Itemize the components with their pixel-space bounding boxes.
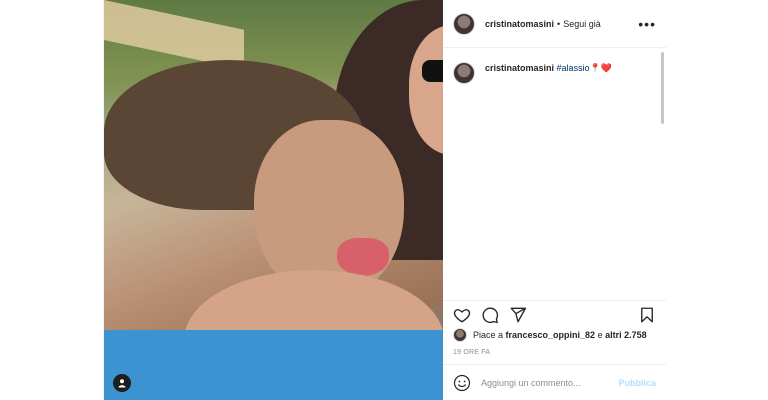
likes-summary: Piace a francesco_oppini_82 e altri 2.75…: [453, 328, 647, 342]
paper-plane-icon[interactable]: [509, 306, 527, 324]
caption-text: cristinatomasini #alassio📍❤️: [485, 62, 612, 75]
avatar[interactable]: [453, 12, 475, 35]
likes-prefix: Piace a: [473, 330, 506, 340]
photo-beach-towel: [104, 330, 443, 400]
header-separator: •: [557, 18, 561, 29]
comments-scrollbar[interactable]: [661, 52, 664, 124]
avatar[interactable]: [453, 62, 475, 84]
post-header: cristinatomasini • Segui già •••: [443, 0, 666, 48]
instagram-post-embed: cristinatomasini • Segui già ••• cristin…: [103, 0, 666, 400]
publish-button[interactable]: Pubblica: [618, 378, 656, 388]
caption-hashtag[interactable]: #alassio: [557, 63, 590, 73]
likes-middle: e: [595, 330, 606, 340]
action-bar: [443, 300, 666, 328]
avatar[interactable]: [453, 328, 467, 342]
follow-status-button[interactable]: Segui già: [563, 19, 601, 29]
caption: cristinatomasini #alassio📍❤️: [453, 62, 656, 84]
post-side-panel: cristinatomasini • Segui già ••• cristin…: [443, 0, 666, 400]
photo-tongue: [337, 238, 389, 276]
caption-emoji: 📍❤️: [589, 63, 612, 73]
caption-username[interactable]: cristinatomasini: [485, 63, 554, 73]
heart-icon[interactable]: [453, 306, 471, 324]
post-photo[interactable]: [104, 0, 443, 400]
smiley-icon[interactable]: [453, 374, 471, 392]
more-options-button[interactable]: •••: [638, 16, 656, 32]
likes-text: Piace a francesco_oppini_82 e altri 2.75…: [473, 330, 647, 340]
user-tag-icon[interactable]: [113, 374, 131, 392]
add-comment-bar: Pubblica: [443, 364, 666, 400]
photo-sunglasses: [422, 60, 443, 82]
comments-area: cristinatomasini #alassio📍❤️: [443, 48, 666, 294]
comment-input[interactable]: [481, 377, 619, 388]
post-time-ago[interactable]: 19 ORE FA: [453, 349, 490, 356]
bookmark-icon[interactable]: [638, 306, 656, 324]
likes-others-link[interactable]: altri 2.758: [605, 330, 647, 340]
header-username[interactable]: cristinatomasini: [485, 19, 554, 29]
likes-user-link[interactable]: francesco_oppini_82: [506, 330, 596, 340]
comment-icon[interactable]: [481, 306, 499, 324]
